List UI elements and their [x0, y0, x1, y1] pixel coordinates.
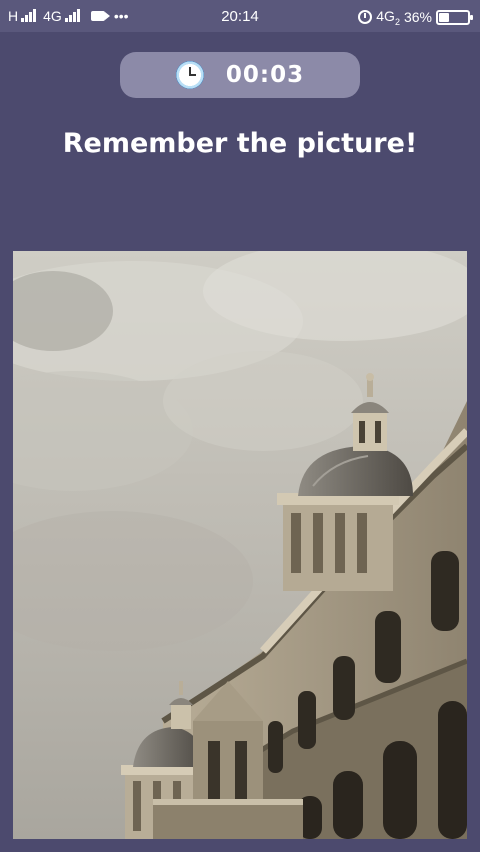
memory-picture: [13, 251, 467, 839]
instruction-heading: Remember the picture!: [62, 128, 418, 159]
battery-percent: 36%: [403, 9, 432, 26]
status-right: 4G2 36%: [358, 8, 473, 27]
stopwatch-icon: [175, 61, 204, 89]
status-bar: H 4G ••• 20:14 4G2 36%: [0, 0, 480, 32]
network-sim-index: 2: [394, 16, 400, 27]
timer-value: 00:03: [225, 62, 305, 88]
domed-building-photo: [13, 251, 467, 839]
alarm-icon: [358, 10, 373, 25]
countdown-timer: 00:03: [120, 52, 360, 98]
battery-icon: [436, 9, 473, 25]
network-4g-label: 4G: [376, 8, 395, 24]
network-type-4g2: 4G2: [376, 8, 400, 27]
